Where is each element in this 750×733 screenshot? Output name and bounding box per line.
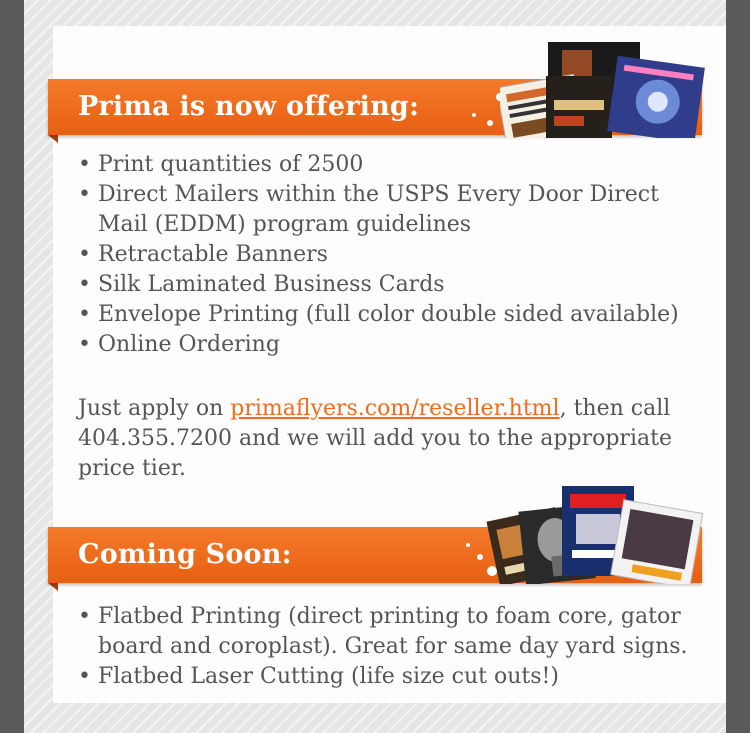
bullet-icon: • xyxy=(78,242,91,267)
coming-soon-list: • Flatbed Printing (direct printing to fo… xyxy=(78,602,698,692)
list-item: • Retractable Banners xyxy=(78,240,708,270)
flyers-collage-image xyxy=(500,42,705,138)
list-item: • Online Ordering xyxy=(78,330,708,360)
list-item: • Print quantities of 2500 xyxy=(78,150,708,180)
coming-soon-title: Coming Soon: xyxy=(78,539,292,570)
banner-fold xyxy=(48,583,58,591)
bullet-icon: • xyxy=(78,182,91,207)
reseller-note: Just apply on primaflyers.com/reseller.h… xyxy=(78,396,672,481)
bullet-icon: • xyxy=(78,604,91,629)
list-item: • Direct Mailers within the USPS Every Do… xyxy=(78,182,659,237)
bullet-icon: • xyxy=(78,332,91,357)
bullet-icon: • xyxy=(78,664,91,689)
reseller-link[interactable]: primaflyers.com/reseller.html xyxy=(230,396,559,421)
bullet-icon: • xyxy=(78,272,91,297)
offering-title: Prima is now offering: xyxy=(78,91,420,122)
banner-fold xyxy=(48,135,58,143)
flyers-collage-image xyxy=(486,486,704,584)
list-item: • Flatbed Laser Cutting (life size cut ou… xyxy=(78,662,698,692)
bullet-icon: • xyxy=(78,152,91,177)
list-item: • Silk Laminated Business Cards xyxy=(78,270,708,300)
list-item: • Flatbed Printing (direct printing to fo… xyxy=(78,604,688,659)
bullet-icon: • xyxy=(78,302,91,327)
list-item: • Envelope Printing (full color double si… xyxy=(78,300,708,330)
offering-list: • Print quantities of 2500 • Direct Mailer… xyxy=(78,150,708,360)
